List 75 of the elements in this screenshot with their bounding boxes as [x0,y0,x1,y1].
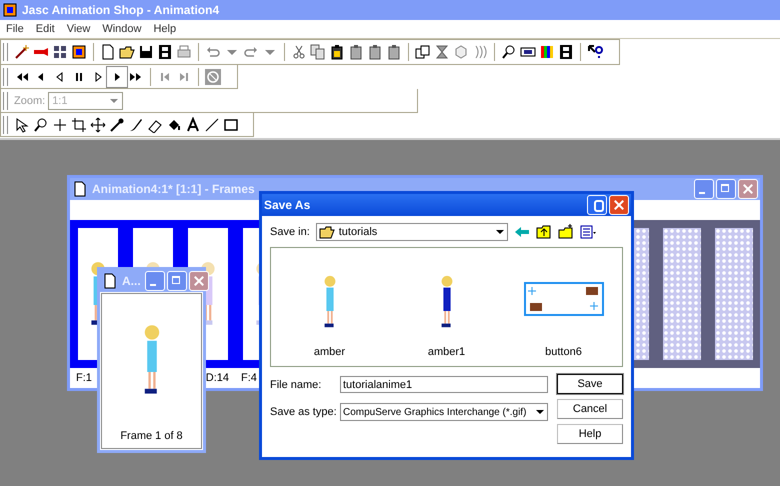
film-icon[interactable] [71,44,87,60]
wizard-icon[interactable] [14,44,30,60]
file-type-dropdown[interactable]: CompuServe Graphics Interchange (*.gif) [340,403,548,421]
new-document-icon[interactable] [100,44,116,60]
maximize-button[interactable] [716,179,736,199]
window-title: Animation4:1* [1:1] - Frames [92,182,255,196]
film-strip-icon[interactable] [157,44,173,60]
transparent-frame-thumbnail[interactable] [715,228,753,360]
new-folder-icon[interactable] [558,224,574,240]
maximize-button[interactable] [166,271,187,291]
crosshair-icon[interactable] [52,116,68,132]
paste-icon[interactable] [329,44,345,60]
back-arrow-icon[interactable] [514,224,530,240]
open-folder-icon[interactable] [119,44,135,60]
grid-icon[interactable] [52,44,68,60]
save-in-dropdown[interactable]: tutorials [316,223,508,241]
menu-item[interactable]: View [60,23,96,35]
minimize-button[interactable] [694,179,714,199]
search-icon[interactable] [501,44,517,60]
help-icon[interactable] [587,44,603,60]
file-name-field[interactable]: tutorialanime1 [340,376,548,393]
text-tool-icon[interactable] [185,116,201,132]
clipboard-icon[interactable] [367,44,383,60]
cut-icon[interactable] [291,44,307,60]
menu-item[interactable]: Edit [30,23,61,35]
line-icon[interactable] [204,116,220,132]
dropper-icon[interactable] [109,116,125,132]
file-name[interactable]: amber1 [428,346,466,358]
file-name[interactable]: amber [314,346,346,358]
dialog-button[interactable]: Cancel [557,399,623,419]
app-title: Jasc Animation Shop - Animation4 [22,3,220,17]
app-icon [2,2,18,18]
document-icon [72,181,88,197]
file-name[interactable]: button6 [545,346,582,358]
clipboard-icon[interactable] [386,44,402,60]
close-button[interactable] [738,179,758,199]
up-folder-icon[interactable] [536,224,552,240]
search-icon[interactable] [33,116,49,132]
folder-icon [318,224,335,240]
window-title: A... [122,274,141,288]
document-icon [102,273,118,289]
save-in-label: Save in: [270,226,310,238]
save-icon[interactable] [138,44,154,60]
dialog-button[interactable]: Save [557,374,623,394]
minimize-button[interactable] [144,271,165,291]
pointer-icon[interactable] [14,116,30,132]
help-button[interactable] [587,195,607,215]
menu-item[interactable]: Window [96,23,148,35]
menu-item[interactable]: File [0,23,30,35]
button-image-thumbnail[interactable] [524,282,604,316]
hourglass-icon[interactable] [434,44,450,60]
crop-icon[interactable] [71,116,87,132]
view-menu-icon[interactable] [580,224,596,240]
film-icon[interactable] [558,44,574,60]
close-button[interactable] [188,271,209,291]
brush-icon[interactable] [128,116,144,132]
frames-icon[interactable] [415,44,431,60]
dialog-button[interactable]: Help [557,424,623,444]
frame-number: F:1 [76,372,92,384]
copy-icon[interactable] [310,44,326,60]
frame-caption: Frame 1 of 8 [120,430,183,442]
zoom-label: Zoom: [14,94,46,106]
clipboard-icon[interactable] [348,44,364,60]
move-icon[interactable] [90,116,106,132]
frame-duration: D:14 [206,372,229,384]
redo-icon[interactable] [243,44,259,60]
rectangle-icon[interactable] [223,116,239,132]
close-button[interactable] [609,195,629,215]
file-name-label: File name: [270,378,322,390]
transparent-frame-thumbnail[interactable] [663,228,701,360]
dialog-title: Save As [264,198,310,212]
color-bars-icon[interactable] [539,44,555,60]
save-as-type-label: Save as type: [270,406,338,418]
frame-number: F:4 [241,372,257,384]
menu-item[interactable]: Help [147,23,182,35]
